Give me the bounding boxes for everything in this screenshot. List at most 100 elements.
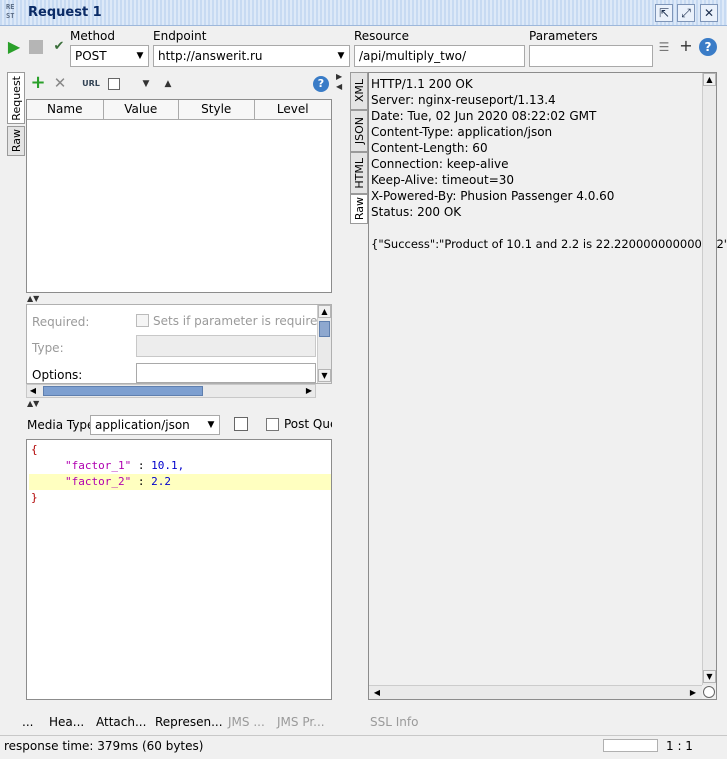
tab-attachments[interactable]: Attach... xyxy=(96,715,146,729)
body-close-brace: } xyxy=(31,491,38,504)
scroll-left-icon[interactable]: ◀ xyxy=(371,687,383,699)
endpoint-label: Endpoint xyxy=(153,29,207,43)
response-line: Content-Type: application/json xyxy=(371,125,553,139)
chevron-down-icon: ▼ xyxy=(337,51,345,61)
rest-logo-icon: RE ST xyxy=(6,3,15,20)
tab-headers[interactable]: Hea... xyxy=(49,715,84,729)
scroll-left-icon[interactable]: ◀ xyxy=(27,385,39,397)
tab-representations[interactable]: Represen... xyxy=(155,715,223,729)
tab-jms-headers[interactable]: JMS ... xyxy=(228,715,265,729)
response-line: Keep-Alive: timeout=30 xyxy=(371,173,515,187)
progress-bar xyxy=(603,739,658,752)
splitter-handle[interactable]: ▲▼ xyxy=(27,399,39,408)
scroll-thumb[interactable] xyxy=(319,321,330,337)
response-viewer[interactable]: HTTP/1.1 200 OK Server: nginx-reuseport/… xyxy=(368,72,727,700)
chevron-down-icon: ▼ xyxy=(136,51,144,61)
status-divider xyxy=(0,735,727,736)
scroll-down-icon[interactable]: ▼ xyxy=(703,670,716,683)
endpoint-value: http://answerit.ru xyxy=(158,49,263,63)
parameters-input[interactable] xyxy=(529,45,653,67)
split-collapse-icon[interactable]: ▶ ◀ xyxy=(336,72,342,92)
response-hscrollbar[interactable]: ◀ ▶ xyxy=(369,685,702,699)
detach-icon[interactable]: ⇱ xyxy=(655,4,673,22)
tab-html[interactable]: HTML xyxy=(350,152,368,194)
add-icon[interactable]: + xyxy=(678,37,694,55)
options-input[interactable] xyxy=(136,363,316,383)
tab-request[interactable]: Request xyxy=(7,72,25,124)
body-line-1: "factor_1" : 10.1, xyxy=(65,459,185,472)
scroll-right-icon[interactable]: ▶ xyxy=(303,385,315,397)
tab-raw[interactable]: Raw xyxy=(7,126,25,156)
tab-raw-response[interactable]: Raw xyxy=(350,194,368,224)
zoom-icon[interactable] xyxy=(703,686,715,698)
remove-param-icon[interactable]: ✕ xyxy=(52,74,68,92)
chevron-down-icon: ▼ xyxy=(207,420,215,430)
details-hscrollbar[interactable]: ◀ ▶ xyxy=(26,384,316,398)
required-checkbox-label: Sets if parameter is required xyxy=(153,314,325,328)
post-query-checkbox[interactable] xyxy=(266,418,279,431)
method-value: POST xyxy=(75,49,107,63)
required-checkbox[interactable] xyxy=(136,314,149,327)
column-header-level: Level xyxy=(276,102,309,116)
scroll-up-icon[interactable]: ▲ xyxy=(318,305,331,318)
help-icon[interactable]: ? xyxy=(313,76,329,92)
response-line: X-Powered-By: Phusion Passenger 4.0.60 xyxy=(371,189,615,203)
params-table: Name Value Style Level xyxy=(26,99,332,293)
params-table-header: Name Value Style Level xyxy=(27,100,331,120)
method-select[interactable]: POST ▼ xyxy=(70,45,149,67)
response-line: Date: Tue, 02 Jun 2020 08:22:02 GMT xyxy=(371,109,597,123)
stop-icon[interactable] xyxy=(29,40,43,54)
scroll-right-icon[interactable]: ▶ xyxy=(687,687,699,699)
tab-ssl-info[interactable]: SSL Info xyxy=(370,715,418,729)
format-icon[interactable]: ☰ xyxy=(656,38,672,56)
add-param-icon[interactable]: + xyxy=(30,74,46,92)
splitter-handle[interactable]: ▲▼ xyxy=(27,294,39,303)
response-line: Connection: keep-alive xyxy=(371,157,509,171)
maximize-icon[interactable]: ⤢ xyxy=(677,4,695,22)
validate-icon[interactable]: ✔ xyxy=(50,38,68,56)
type-select[interactable] xyxy=(136,335,316,357)
options-label: Options: xyxy=(32,368,83,382)
request-body-editor[interactable]: { "factor_1" : 10.1, "factor_2" : 2.2 } xyxy=(26,439,332,700)
move-up-icon[interactable]: ▲ xyxy=(162,75,174,91)
tab-jms-properties[interactable]: JMS Pr... xyxy=(277,715,325,729)
response-line: Status: 200 OK xyxy=(371,205,462,219)
response-line: Server: nginx-reuseport/1.13.4 xyxy=(371,93,556,107)
required-label: Required: xyxy=(32,315,90,329)
url-params-icon[interactable]: URL xyxy=(82,75,100,91)
close-window-icon[interactable]: ✕ xyxy=(700,4,718,22)
type-label: Type: xyxy=(32,341,64,355)
tab-json[interactable]: JSON xyxy=(350,110,368,152)
response-line: Content-Length: 60 xyxy=(371,141,488,155)
help-icon[interactable]: ? xyxy=(699,38,717,56)
scroll-up-icon[interactable]: ▲ xyxy=(703,73,716,86)
tab-xml[interactable]: XML xyxy=(350,72,368,110)
response-vscrollbar[interactable]: ▲ ▼ xyxy=(702,73,716,685)
cursor-position: 1 : 1 xyxy=(666,739,693,753)
method-label: Method xyxy=(70,29,116,43)
run-icon[interactable]: ▶ xyxy=(6,38,22,56)
endpoint-select[interactable]: http://answerit.ru ▼ xyxy=(153,45,350,67)
hscroll-thumb[interactable] xyxy=(43,386,203,396)
response-time: response time: 379ms (60 bytes) xyxy=(4,739,204,753)
resource-label: Resource xyxy=(354,29,410,43)
tab-more[interactable]: ... xyxy=(22,715,33,729)
body-line-2: "factor_2" : 2.2 xyxy=(65,475,171,488)
resource-input[interactable]: /api/multiply_two/ xyxy=(354,45,525,67)
column-header-name: Name xyxy=(27,100,104,119)
response-line: HTTP/1.1 200 OK xyxy=(371,77,473,91)
body-open-brace: { xyxy=(31,443,38,456)
column-header-style: Style xyxy=(179,100,255,119)
scroll-down-icon[interactable]: ▼ xyxy=(318,369,331,382)
details-scrollbar[interactable]: ▲ ▼ xyxy=(317,305,331,383)
format-body-icon[interactable] xyxy=(234,417,248,431)
move-down-icon[interactable]: ▼ xyxy=(140,75,152,91)
move-icon[interactable] xyxy=(108,78,120,90)
column-header-value: Value xyxy=(104,100,179,119)
media-type-select[interactable]: application/json ▼ xyxy=(90,415,220,435)
media-type-value: application/json xyxy=(95,418,190,432)
response-body: {"Success":"Product of 10.1 and 2.2 is 2… xyxy=(371,237,727,251)
post-query-label: Post Que xyxy=(284,417,332,431)
title-bar xyxy=(0,0,727,26)
parameters-label: Parameters xyxy=(529,29,598,43)
